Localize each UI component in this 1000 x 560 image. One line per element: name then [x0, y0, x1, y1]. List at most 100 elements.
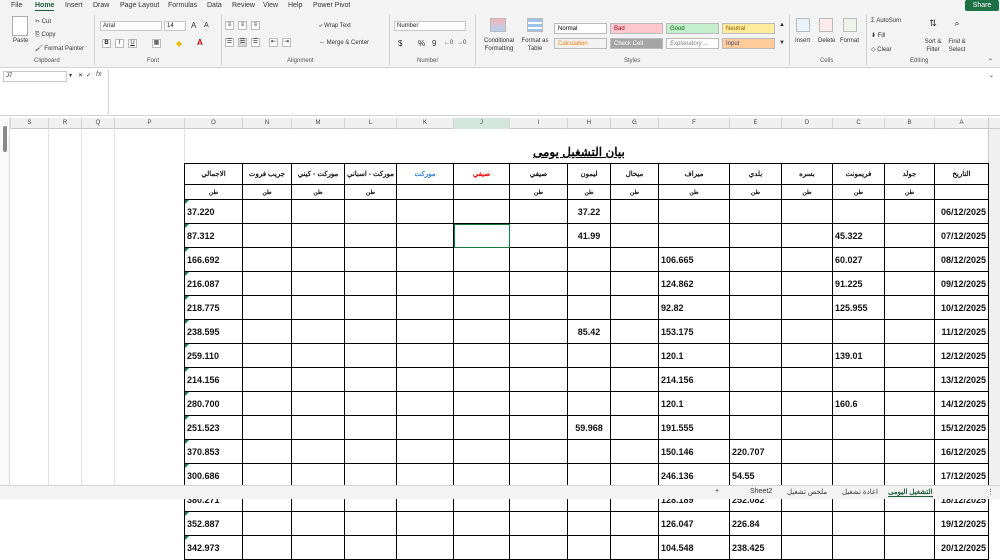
header-cell[interactable]: التاريخ: [934, 163, 989, 185]
cell[interactable]: [610, 415, 659, 440]
select-all-corner[interactable]: [988, 118, 1000, 129]
sort-filter-button[interactable]: Sort & Filter: [922, 38, 944, 54]
cell[interactable]: [610, 463, 659, 488]
cell[interactable]: [291, 343, 345, 368]
column-header[interactable]: A: [934, 118, 988, 129]
column-header[interactable]: R: [48, 118, 81, 129]
cell-fremont[interactable]: [832, 319, 885, 344]
tab-power-pivot[interactable]: Power Pivot: [313, 2, 350, 9]
cell[interactable]: [242, 367, 292, 392]
conditional-formatting-button[interactable]: Conditional Formatting: [481, 37, 517, 53]
cell[interactable]: [453, 271, 510, 296]
cell-total[interactable]: 280.700: [184, 391, 243, 416]
cell[interactable]: [344, 223, 397, 248]
increase-font-icon[interactable]: A: [191, 21, 196, 30]
format-cells-icon[interactable]: [843, 18, 857, 32]
delete-cells-icon[interactable]: [819, 18, 833, 32]
cell[interactable]: [884, 439, 935, 464]
format-as-table-icon[interactable]: [527, 18, 543, 32]
percent-button[interactable]: %: [418, 39, 425, 48]
cell[interactable]: [344, 535, 397, 560]
cell-lemon[interactable]: [567, 511, 611, 536]
cell[interactable]: [453, 199, 510, 224]
header-cell[interactable]: ميراف: [658, 163, 730, 185]
cell[interactable]: [781, 199, 833, 224]
cell-style-good[interactable]: Good: [666, 23, 719, 34]
header-cell[interactable]: الاجمالي: [184, 163, 243, 185]
insert-cells-icon[interactable]: [796, 18, 810, 32]
cell-fremont[interactable]: [832, 199, 885, 224]
format-as-table-button[interactable]: Format as Table: [519, 37, 551, 53]
styles-more-icon[interactable]: ▼: [779, 40, 785, 46]
cell-date[interactable]: 12/12/2025: [934, 343, 989, 368]
cell-date[interactable]: 17/12/2025: [934, 463, 989, 488]
tab-insert[interactable]: Insert: [65, 2, 83, 9]
font-name-select[interactable]: Arial: [100, 21, 162, 31]
cell[interactable]: [344, 295, 397, 320]
cell-baladi[interactable]: 226.84: [729, 511, 782, 536]
italic-button[interactable]: I: [115, 39, 124, 48]
cell-baladi[interactable]: [729, 319, 782, 344]
cell-total[interactable]: 300.686: [184, 463, 243, 488]
tab-page-layout[interactable]: Page Layout: [120, 2, 159, 9]
cell[interactable]: [884, 247, 935, 272]
autosum-button[interactable]: Σ AutoSum: [871, 18, 901, 24]
sheet-tab-active[interactable]: التشغيل اليومى: [888, 488, 933, 497]
merge-center-button[interactable]: ⇔ Merge & Center: [319, 40, 369, 46]
cell[interactable]: [884, 367, 935, 392]
cell[interactable]: [610, 295, 659, 320]
header-cell[interactable]: موركت - كيني: [291, 163, 345, 185]
cell[interactable]: [291, 319, 345, 344]
add-sheet-button[interactable]: +: [715, 488, 719, 495]
cell-baladi[interactable]: [729, 415, 782, 440]
unit-cell[interactable]: طن: [509, 184, 568, 200]
paste-button[interactable]: Paste: [13, 38, 28, 44]
cell-date[interactable]: 16/12/2025: [934, 439, 989, 464]
cell[interactable]: [291, 223, 345, 248]
cell[interactable]: [453, 319, 510, 344]
cell-baladi[interactable]: [729, 199, 782, 224]
formula-input[interactable]: [112, 71, 982, 82]
find-select-icon[interactable]: ⌕: [951, 18, 963, 32]
cell-date[interactable]: 15/12/2025: [934, 415, 989, 440]
cell[interactable]: [242, 295, 292, 320]
header-cell[interactable]: صيفي: [509, 163, 568, 185]
cell[interactable]: [610, 223, 659, 248]
cell-baladi[interactable]: [729, 343, 782, 368]
cell[interactable]: [344, 343, 397, 368]
column-header[interactable]: S: [10, 118, 48, 129]
cell-total[interactable]: 216.087: [184, 271, 243, 296]
header-cell[interactable]: ليمون: [567, 163, 611, 185]
cell-baladi[interactable]: 54.55: [729, 463, 782, 488]
cell-total[interactable]: 166.692: [184, 247, 243, 272]
cell-style-input[interactable]: Input: [722, 38, 775, 49]
cell-baladi[interactable]: [729, 391, 782, 416]
cell-lemon[interactable]: [567, 391, 611, 416]
insert-function-icon[interactable]: fx: [96, 71, 101, 78]
unit-cell[interactable]: طن: [832, 184, 885, 200]
cell-style-check-cell[interactable]: Check Cell: [610, 38, 663, 49]
cell[interactable]: [610, 247, 659, 272]
header-cell[interactable]: بسره: [781, 163, 833, 185]
cell[interactable]: [610, 343, 659, 368]
cell[interactable]: [610, 391, 659, 416]
header-cell[interactable]: جريب فروت: [242, 163, 292, 185]
unit-cell[interactable]: طن: [344, 184, 397, 200]
cell[interactable]: [509, 343, 568, 368]
copy-button[interactable]: ⎘ Copy: [35, 32, 55, 39]
format-cells-button[interactable]: Format: [840, 38, 859, 44]
cell-meraf[interactable]: 150.146: [658, 439, 730, 464]
cell[interactable]: [509, 247, 568, 272]
comma-style-icon[interactable]: 9: [432, 39, 436, 48]
column-header[interactable]: C: [832, 118, 884, 129]
cell[interactable]: [453, 367, 510, 392]
wrap-text-button[interactable]: ⤶ Wrap Text: [319, 23, 351, 30]
cell[interactable]: [781, 511, 833, 536]
cell[interactable]: [884, 463, 935, 488]
unit-cell[interactable]: طن: [291, 184, 345, 200]
cell[interactable]: [396, 271, 454, 296]
tab-data[interactable]: Data: [207, 2, 222, 9]
cell[interactable]: [509, 511, 568, 536]
unit-cell[interactable]: طن: [884, 184, 935, 200]
cell-total[interactable]: 251.523: [184, 415, 243, 440]
